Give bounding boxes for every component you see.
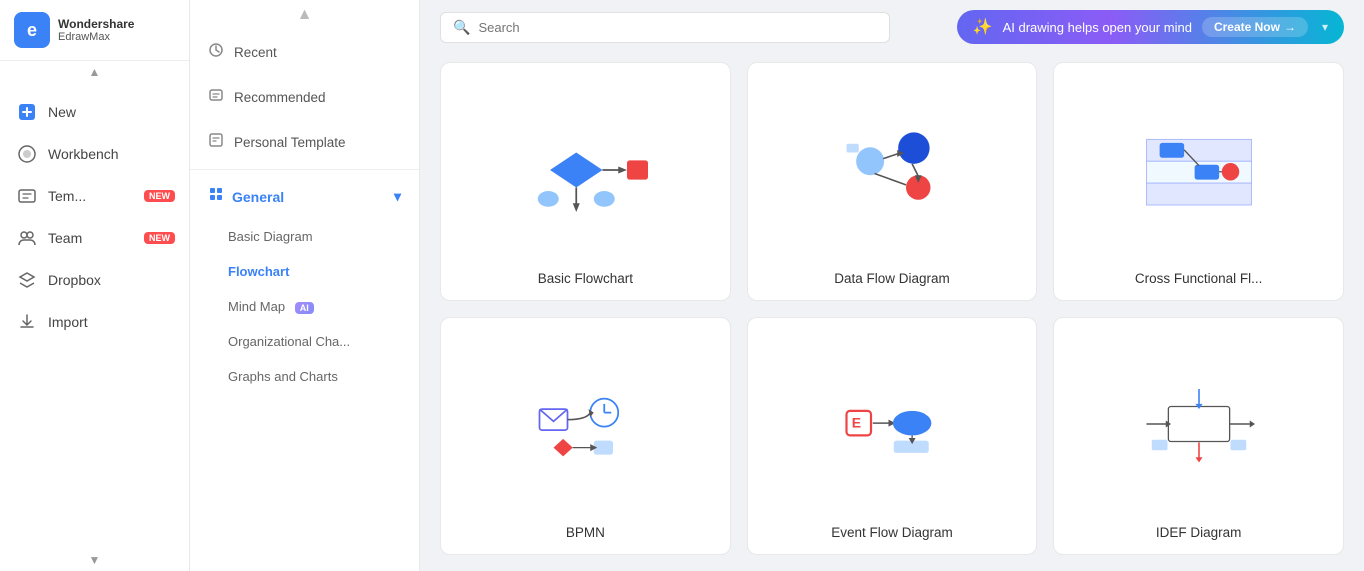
template-card-img-cross-functional — [1066, 81, 1331, 259]
sidebar-item-templates[interactable]: Tem... NEW — [0, 175, 189, 217]
menu-subitem-mind-map[interactable]: Mind Map AI — [190, 289, 419, 324]
recommended-icon — [208, 87, 224, 108]
templates-icon — [16, 185, 38, 207]
template-card-idef-diagram[interactable]: IDEF Diagram — [1053, 317, 1344, 556]
recommended-label: Recommended — [234, 90, 326, 105]
template-card-img-data-flow-diagram — [760, 81, 1025, 259]
sidebar-item-workbench[interactable]: Workbench — [0, 133, 189, 175]
personal-template-label: Personal Template — [234, 135, 346, 150]
sidebar: e Wondershare EdrawMax ▲ New Workbench T… — [0, 0, 190, 571]
menu-category-general[interactable]: General ▾ — [190, 174, 419, 219]
menu-panel: ▲ Recent Recommended Personal Template G… — [190, 0, 420, 571]
menu-subitem-graphs-charts[interactable]: Graphs and Charts — [190, 359, 419, 394]
sidebar-item-import-label: Import — [48, 314, 88, 330]
menu-subitem-flowchart[interactable]: Flowchart — [190, 254, 419, 289]
search-box[interactable]: 🔍 — [440, 12, 890, 43]
logo-name-sub: EdrawMax — [58, 31, 134, 43]
ai-banner-create-btn[interactable]: Create Now → — [1202, 17, 1308, 37]
menu-item-personal-template[interactable]: Personal Template — [190, 120, 419, 165]
template-card-cross-functional[interactable]: Cross Functional Fl... — [1053, 62, 1344, 301]
personal-template-icon — [208, 132, 224, 153]
logo-text: Wondershare EdrawMax — [58, 17, 134, 43]
sidebar-item-dropbox[interactable]: Dropbox — [0, 259, 189, 301]
template-card-img-event-flow-diagram: E — [760, 336, 1025, 514]
sidebar-item-new-label: New — [48, 104, 76, 120]
template-card-label-bpmn: BPMN — [566, 525, 605, 540]
logo-name-main: Wondershare — [58, 17, 134, 31]
general-chevron-icon: ▾ — [394, 188, 401, 205]
sidebar-item-dropbox-label: Dropbox — [48, 272, 101, 288]
template-card-event-flow-diagram[interactable]: E Event Flow Diagram — [747, 317, 1038, 556]
app-logo: e Wondershare EdrawMax — [0, 0, 189, 61]
search-icon: 🔍 — [453, 19, 470, 36]
topbar: 🔍 ✨ AI drawing helps open your mind Crea… — [420, 0, 1364, 54]
sidebar-item-new[interactable]: New — [0, 91, 189, 133]
recent-label: Recent — [234, 45, 277, 60]
template-card-label-event-flow-diagram: Event Flow Diagram — [831, 525, 953, 540]
sidebar-scroll-up[interactable]: ▲ — [0, 61, 189, 83]
sidebar-item-templates-label: Tem... — [48, 188, 86, 204]
dropbox-icon — [16, 269, 38, 291]
template-grid: Basic Flowchart — [420, 54, 1364, 571]
menu-subitem-basic-diagram[interactable]: Basic Diagram — [190, 219, 419, 254]
menu-scroll-up[interactable]: ▲ — [190, 0, 419, 30]
team-badge: NEW — [144, 232, 175, 244]
ai-banner-text: AI drawing helps open your mind — [1003, 20, 1192, 35]
sidebar-item-team-label: Team — [48, 230, 82, 246]
template-card-basic-flowchart[interactable]: Basic Flowchart — [440, 62, 731, 301]
template-card-label-cross-functional: Cross Functional Fl... — [1135, 271, 1263, 286]
menu-item-recent[interactable]: Recent — [190, 30, 419, 75]
sidebar-nav: New Workbench Tem... NEW Team NEW — [0, 83, 189, 549]
team-icon — [16, 227, 38, 249]
sidebar-item-team[interactable]: Team NEW — [0, 217, 189, 259]
logo-icon: e — [14, 12, 50, 48]
template-card-label-idef-diagram: IDEF Diagram — [1156, 525, 1242, 540]
template-card-label-data-flow-diagram: Data Flow Diagram — [834, 271, 950, 286]
workbench-icon — [16, 143, 38, 165]
ai-badge: AI — [295, 302, 314, 314]
recent-icon — [208, 42, 224, 63]
sidebar-item-import[interactable]: Import — [0, 301, 189, 343]
template-card-img-bpmn — [453, 336, 718, 514]
general-category-icon — [208, 186, 224, 207]
template-card-label-basic-flowchart: Basic Flowchart — [538, 271, 633, 286]
import-icon — [16, 311, 38, 333]
template-card-bpmn[interactable]: BPMN — [440, 317, 731, 556]
template-card-img-basic-flowchart — [453, 81, 718, 259]
new-icon — [16, 101, 38, 123]
search-input[interactable] — [478, 20, 877, 35]
sidebar-scroll-down[interactable]: ▼ — [0, 549, 189, 571]
ai-banner[interactable]: ✨ AI drawing helps open your mind Create… — [957, 10, 1344, 44]
menu-divider — [190, 169, 419, 170]
ai-banner-dropdown-icon[interactable]: ▾ — [1322, 20, 1328, 34]
sidebar-item-workbench-label: Workbench — [48, 146, 119, 162]
main-content: 🔍 ✨ AI drawing helps open your mind Crea… — [420, 0, 1364, 571]
ai-banner-icon: ✨ — [973, 17, 993, 37]
template-card-data-flow-diagram[interactable]: Data Flow Diagram — [747, 62, 1038, 301]
svg-text:E: E — [852, 415, 861, 431]
templates-badge: NEW — [144, 190, 175, 202]
menu-subitem-org-chart[interactable]: Organizational Cha... — [190, 324, 419, 359]
menu-item-recommended[interactable]: Recommended — [190, 75, 419, 120]
template-card-img-idef-diagram — [1066, 336, 1331, 514]
general-label: General — [232, 189, 284, 205]
